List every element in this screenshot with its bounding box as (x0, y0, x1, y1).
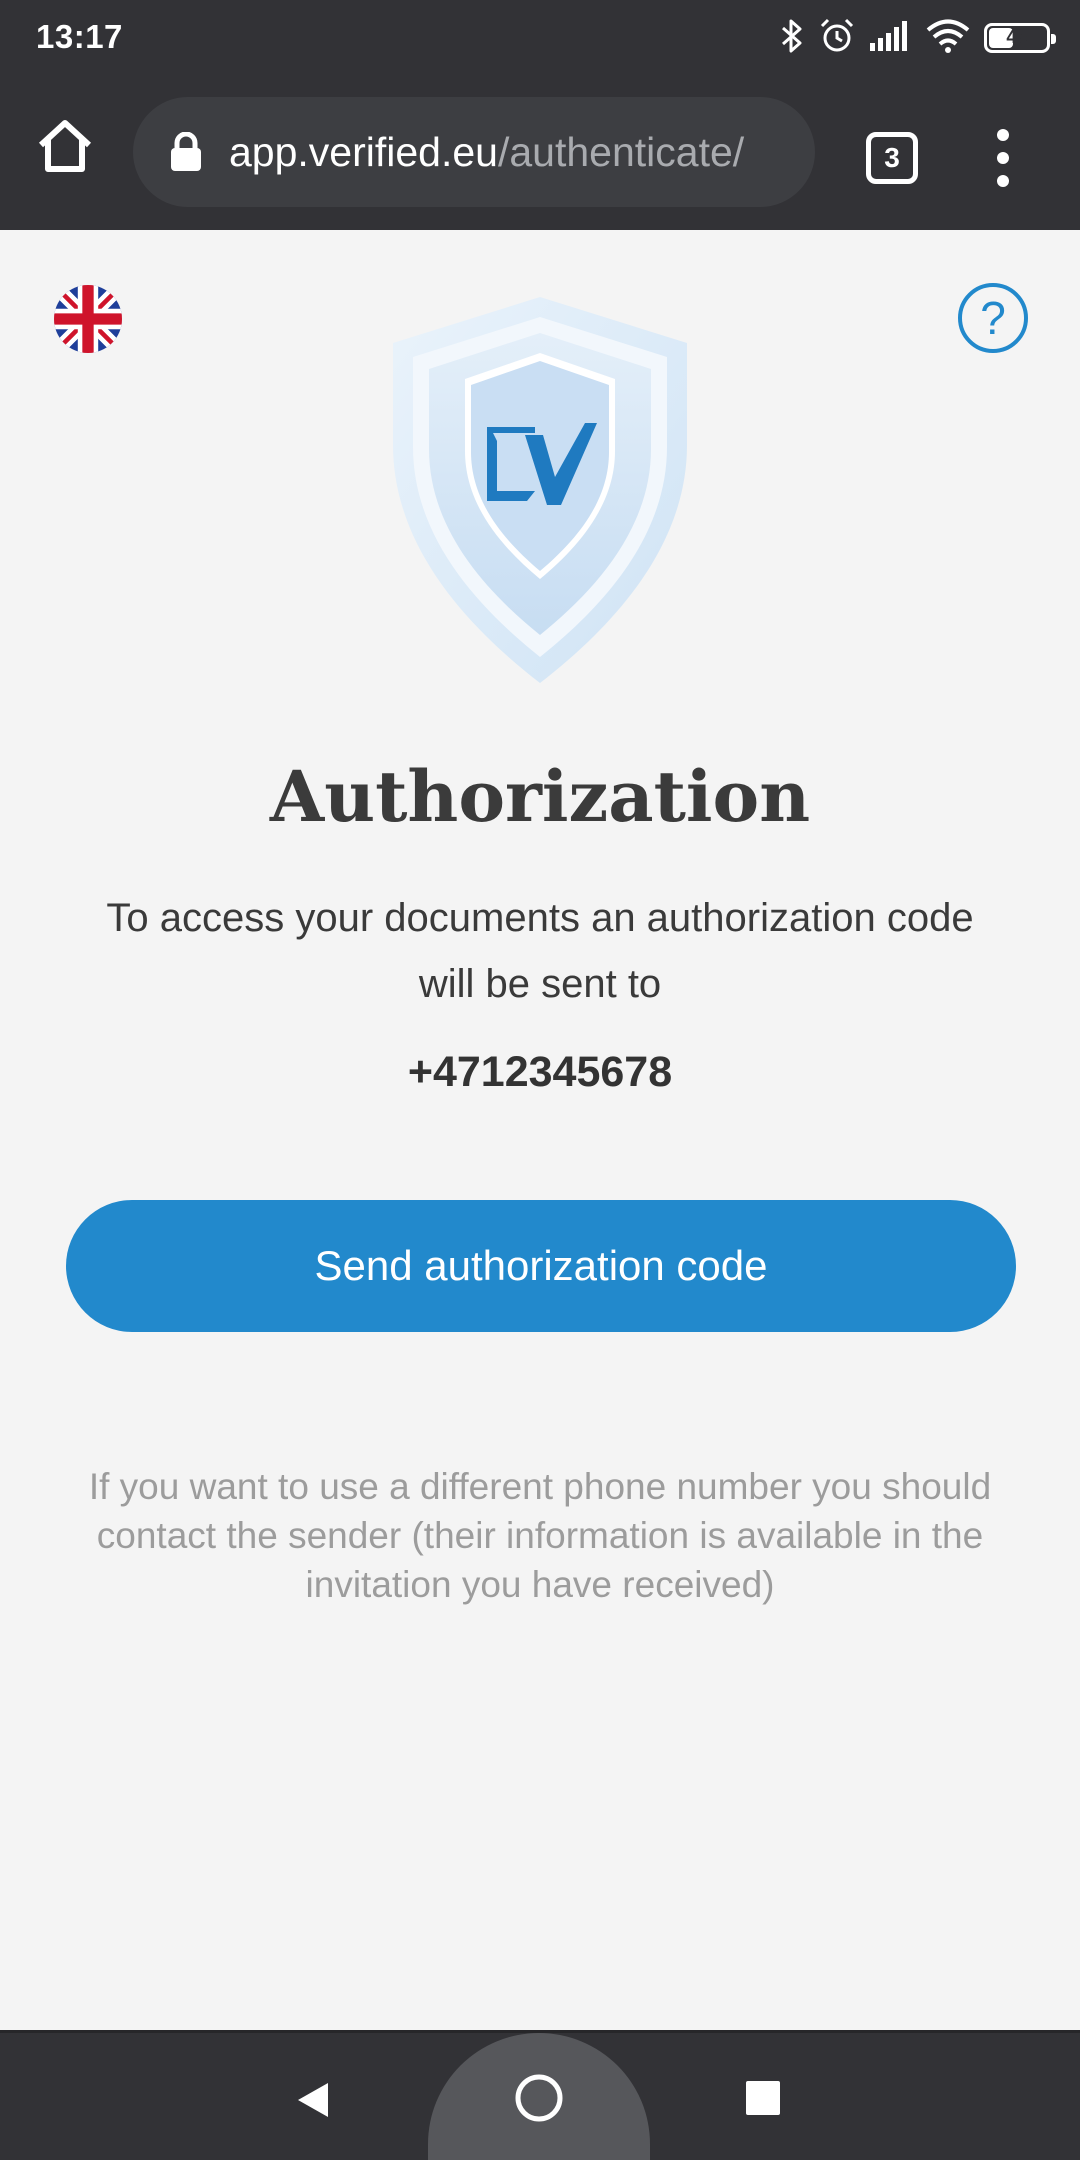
home-icon[interactable] (34, 115, 96, 177)
browser-toolbar: app.verified.eu/authenticate/ 3 (0, 75, 1080, 230)
tab-count: 3 (884, 142, 900, 173)
home-circle-icon[interactable] (514, 2073, 564, 2128)
lock-icon (169, 131, 203, 172)
help-button[interactable]: ? (958, 283, 1028, 353)
description-text: To access your documents an authorizatio… (106, 896, 974, 1006)
bluetooth-icon (780, 18, 804, 59)
back-icon[interactable] (296, 2081, 330, 2124)
address-bar[interactable]: app.verified.eu/authenticate/ (133, 97, 815, 207)
more-vert-icon[interactable] (985, 125, 1021, 191)
signal-icon (870, 20, 912, 56)
battery-icon: 46 (984, 23, 1056, 53)
battery-text: 46 (1006, 27, 1028, 48)
url-path: /authenticate/ (497, 128, 745, 175)
status-time: 13:17 (36, 18, 123, 55)
phone-number: +4712345678 (407, 1048, 673, 1096)
send-authorization-code-button[interactable]: Send authorization code (66, 1200, 1016, 1332)
status-bar: 13:17 46 (0, 0, 1080, 75)
question-mark-icon: ? (980, 292, 1006, 344)
url-text: app.verified.eu/authenticate/ (229, 129, 744, 176)
help-note: If you want to use a different phone num… (88, 1466, 992, 1605)
wifi-icon (926, 19, 970, 58)
uk-flag-icon[interactable] (54, 285, 122, 353)
tabs-icon[interactable]: 3 (866, 132, 918, 184)
page-title: Authorization (269, 755, 811, 838)
system-nav-bar (0, 2030, 1080, 2160)
verified-shield-logo (385, 295, 695, 685)
recents-icon[interactable] (746, 2081, 780, 2115)
alarm-icon (818, 17, 856, 60)
page-content: ? Authorization To access your documents… (0, 230, 1080, 2030)
status-icons: 46 (780, 16, 1056, 60)
url-domain: app.verified.eu (229, 128, 498, 175)
